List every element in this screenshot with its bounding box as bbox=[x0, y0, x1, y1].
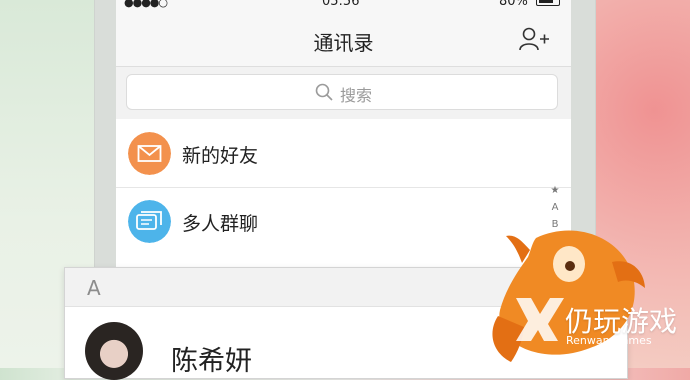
list-item-label: 新的好友 bbox=[182, 145, 259, 167]
chat-icon bbox=[128, 200, 171, 243]
nav-bar: 通讯录 bbox=[116, 12, 571, 67]
add-friend-icon[interactable] bbox=[518, 26, 550, 52]
watermark-english: Renwan Games bbox=[566, 334, 652, 347]
page-title: 通讯录 bbox=[313, 31, 374, 55]
list-item-new-friends[interactable]: 新的好友 bbox=[116, 120, 571, 188]
index-a[interactable]: A bbox=[546, 199, 564, 216]
signal-indicator: ●●●●○ bbox=[124, 0, 168, 9]
index-star[interactable]: ★ bbox=[546, 182, 564, 199]
search-bar-area: 搜索 bbox=[116, 67, 571, 119]
mail-icon bbox=[128, 132, 171, 175]
avatar bbox=[85, 322, 143, 380]
list-item-label: 多人群聊 bbox=[182, 213, 259, 235]
section-letter: A bbox=[87, 276, 101, 300]
search-placeholder: 搜索 bbox=[340, 86, 373, 105]
battery-icon bbox=[536, 0, 560, 6]
search-input[interactable]: 搜索 bbox=[126, 74, 558, 110]
search-icon bbox=[315, 83, 333, 101]
status-bar: ●●●●○ 05:56 80% bbox=[116, 0, 571, 12]
battery-percentage: 80% bbox=[499, 0, 528, 9]
status-time: 05:56 bbox=[322, 0, 360, 9]
contact-name: 陈希妍 bbox=[171, 346, 252, 377]
